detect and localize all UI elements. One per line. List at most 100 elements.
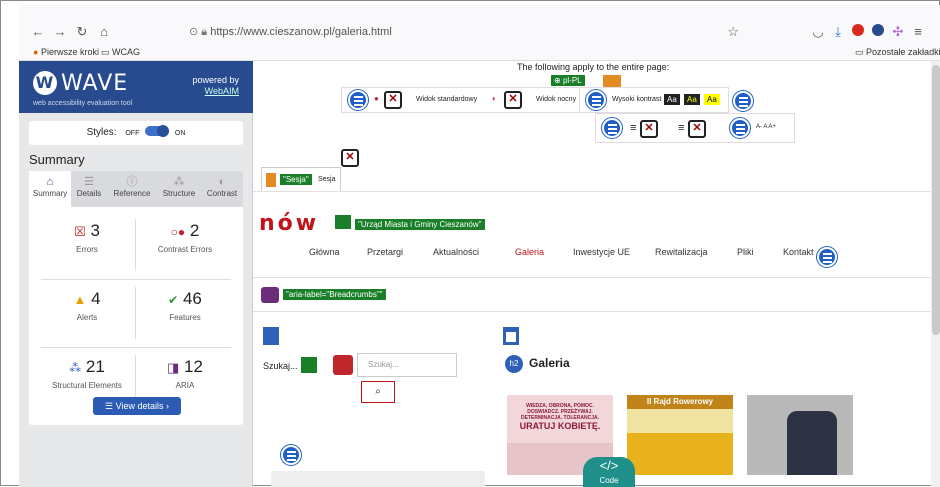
- wave-sidebar: W WAVE web accessibility evaluation tool …: [19, 61, 253, 487]
- region-icon: [503, 327, 519, 345]
- font-size-links[interactable]: A- A A+: [756, 124, 776, 130]
- contrast-errors-count: 2: [189, 221, 200, 240]
- menu-icon[interactable]: ≡: [909, 23, 927, 41]
- label-feature-icon: [301, 357, 317, 373]
- other-bookmarks[interactable]: ▭ Pozostałe zakładki: [855, 47, 940, 58]
- alerts-label: Alerts: [76, 313, 98, 322]
- tab-contrast[interactable]: ◐ Contrast: [201, 171, 243, 207]
- bookmark-star-icon[interactable]: ☆: [727, 19, 739, 45]
- reload-icon[interactable]: ↻: [73, 23, 91, 41]
- page-viewport: W WAVE web accessibility evaluation tool …: [19, 61, 940, 487]
- home-icon: ⌂: [46, 176, 54, 188]
- wave-list-badge[interactable]: [817, 247, 837, 267]
- wave-list-badge[interactable]: [348, 90, 368, 110]
- menu-item-pliki[interactable]: Pliki: [737, 247, 754, 257]
- search-button[interactable]: ⌕: [361, 381, 395, 403]
- thumbnail-title: URATUJ KOBIETĘ.: [519, 421, 601, 431]
- menu-item-przetargi[interactable]: Przetargi: [367, 247, 403, 257]
- contrast-errors-card[interactable]: ○● 2 Contrast Errors: [137, 219, 233, 273]
- thumbnail-image: [787, 411, 837, 475]
- wave-list-badge[interactable]: [586, 90, 606, 110]
- error-badge[interactable]: ✕: [384, 91, 402, 109]
- alerts-card[interactable]: ▲ 4 Alerts: [39, 287, 135, 341]
- menu-item-aktualnosci[interactable]: Aktualności: [433, 247, 479, 257]
- menu-item-glowna[interactable]: Główna: [309, 247, 340, 257]
- error-badge[interactable]: ✕: [640, 120, 658, 138]
- wave-extension-icon[interactable]: [869, 23, 887, 41]
- thumbnail-image: [627, 433, 733, 475]
- nav-toolbar: ← → ↻ ⌂ ⊙ 🔒︎ https://www.cieszanow.pl/ga…: [19, 19, 940, 45]
- night-view-link[interactable]: Widok nocny: [536, 96, 576, 103]
- browser-chrome: ← → ↻ ⌂ ⊙ 🔒︎ https://www.cieszanow.pl/ga…: [19, 5, 940, 61]
- folder-icon: ▭: [101, 47, 110, 57]
- code-toggle-button[interactable]: </> Code: [583, 457, 635, 487]
- main-menu: Główna Przetargi Aktualności Galeria Inw…: [253, 241, 940, 263]
- search-label: Szukaj...: [263, 361, 298, 371]
- menu-item-rewitalizacja[interactable]: Rewitalizacja: [655, 247, 708, 257]
- gallery-thumbnail-3[interactable]: [747, 395, 853, 475]
- error-badge[interactable]: ✕: [341, 149, 359, 167]
- bookmark-pierwsze-kroki[interactable]: ● Pierwsze kroki: [33, 47, 99, 57]
- summary-cards: ☒ 3 Errors ○● 2 Contrast Errors ▲ 4 Aler…: [29, 207, 243, 425]
- view-toolbar: ● ✕ Widok standardowy ◐ ✕ Widok nocny: [341, 87, 581, 113]
- wave-list-badge[interactable]: [602, 118, 622, 138]
- webaim-link[interactable]: WebAIM: [205, 86, 239, 96]
- wave-header: W WAVE web accessibility evaluation tool …: [19, 61, 253, 113]
- wave-list-badge[interactable]: [733, 91, 753, 111]
- contrast-toolbar: Wysoki kontrast Aa Aa Aa: [579, 87, 729, 113]
- breadcrumbs-aria-tag: "aria-label="Breadcrumbs"": [283, 289, 386, 300]
- extension-red-icon[interactable]: [849, 23, 867, 41]
- page-scrollbar[interactable]: [931, 61, 940, 487]
- region-icon: [263, 327, 279, 345]
- site-logo[interactable]: nów: [259, 211, 319, 236]
- standard-view-link[interactable]: Widok standardowy: [416, 96, 477, 103]
- gallery-thumbnail-2[interactable]: II Rajd Rowerowy: [627, 395, 733, 475]
- bookmark-wcag[interactable]: ▭ WCAG: [101, 47, 140, 58]
- url-bar[interactable]: ⊙ 🔒︎ https://www.cieszanow.pl/galeria.ht…: [189, 19, 749, 45]
- sesja-link[interactable]: Sesja: [318, 176, 336, 183]
- menu-item-inwestycje[interactable]: Inwestycje UE: [573, 247, 630, 257]
- contrast-aa-2[interactable]: Aa: [684, 94, 700, 105]
- errors-card[interactable]: ☒ 3 Errors: [39, 219, 135, 273]
- contrast-error-icon: ○●: [170, 225, 186, 239]
- home-icon[interactable]: ⌂: [95, 23, 113, 41]
- contrast-aa-1[interactable]: Aa: [664, 94, 680, 105]
- tab-reference[interactable]: ⓘ Reference: [107, 171, 157, 207]
- website-content: The following apply to the entire page: …: [253, 61, 940, 487]
- powered-by-text: powered by: [192, 75, 239, 85]
- wave-list-badge[interactable]: [281, 445, 301, 465]
- tab-summary[interactable]: ⌂ Summary: [29, 171, 71, 207]
- gallery-heading: Galeria: [529, 356, 570, 370]
- high-contrast-link[interactable]: Wysoki kontrast: [612, 96, 661, 103]
- pocket-icon[interactable]: ◡: [809, 23, 827, 41]
- logo-alt-tag: "Urząd Miasta i Gminy Cieszanów": [355, 219, 485, 230]
- error-badge[interactable]: ✕: [504, 91, 522, 109]
- missing-label-error-icon: [333, 355, 353, 375]
- wave-list-badge[interactable]: [730, 118, 750, 138]
- menu-item-kontakt[interactable]: Kontakt: [783, 247, 814, 257]
- shield-icon: ⊙: [189, 26, 202, 38]
- features-count: 46: [182, 289, 202, 308]
- error-badge[interactable]: ✕: [688, 120, 706, 138]
- list-icon: ☰: [105, 401, 116, 411]
- extension-puzzle-icon[interactable]: ✣: [889, 23, 907, 41]
- alert-icon: ▲: [73, 292, 87, 307]
- sesja-alt-tag: "Sesja": [280, 174, 312, 185]
- sesja-tab[interactable]: "Sesja" Sesja: [261, 167, 341, 191]
- tab-details[interactable]: ☰ Details: [71, 171, 107, 207]
- menu-item-galeria[interactable]: Galeria: [515, 247, 544, 257]
- scrollbar-thumb[interactable]: [932, 65, 940, 335]
- contrast-aa-3[interactable]: Aa: [704, 94, 720, 105]
- tab-structure[interactable]: ⁂ Structure: [157, 171, 201, 207]
- view-details-button[interactable]: ☰ View details ›: [93, 397, 181, 415]
- search-input[interactable]: Szukaj...: [357, 353, 457, 377]
- features-card[interactable]: ✔ 46 Features: [137, 287, 233, 341]
- aria-icon: ◨: [167, 360, 180, 375]
- heading-h2-icon: h2: [505, 355, 523, 373]
- error-icon: ☒: [74, 224, 86, 239]
- contrast-errors-label: Contrast Errors: [157, 245, 213, 254]
- download-icon[interactable]: ⤓: [829, 23, 847, 41]
- back-icon[interactable]: ←: [29, 23, 47, 41]
- styles-toggle[interactable]: [145, 125, 170, 137]
- forward-icon[interactable]: →: [51, 23, 69, 41]
